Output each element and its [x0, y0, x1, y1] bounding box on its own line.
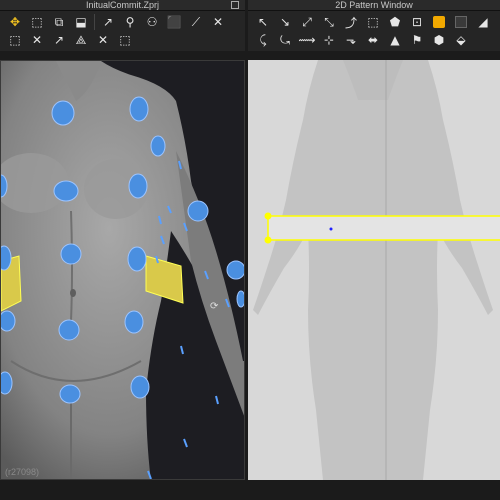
arrangement-point[interactable]	[129, 96, 149, 122]
fold-arrange-icon[interactable]: ⬓	[70, 13, 92, 31]
clo3d-app: InitualCommit.Zprj 2D Pattern Window ✥ ⬚…	[0, 0, 500, 500]
button-icon[interactable]: ⬢	[428, 31, 450, 49]
simulation-icon[interactable]: ⬛	[163, 13, 185, 31]
sew-icon[interactable]: ⟋	[185, 13, 207, 31]
iron-icon[interactable]: ↗	[48, 31, 70, 49]
trim-icon[interactable]: ⬚	[4, 31, 26, 49]
arrangement-point[interactable]	[58, 319, 80, 341]
select-pin-icon[interactable]: ↗	[97, 13, 119, 31]
arrangement-point[interactable]	[226, 260, 245, 280]
fold-icon[interactable]: ⤿	[274, 31, 296, 49]
arrangement-point[interactable]	[1, 371, 13, 395]
arrangement-point[interactable]	[236, 290, 245, 308]
avatar-scene: ⟳	[1, 61, 245, 479]
zipper-icon[interactable]: ⬙	[450, 31, 472, 49]
segment-sewing-icon[interactable]: ⬎	[340, 31, 362, 49]
viewport-2d[interactable]	[248, 60, 500, 480]
arrangement-point[interactable]	[1, 245, 12, 271]
edit-point-icon[interactable]: ↘	[274, 13, 296, 31]
viewport-3d[interactable]: ⟳ (r27098)	[0, 60, 245, 480]
avatar-silhouette	[253, 60, 493, 480]
pin-icon[interactable]: ✕	[207, 13, 229, 31]
version-label: (r27098)	[5, 467, 40, 477]
toolbar-2d: ↖ ↘ ⤢ ⤡ ⤴ ⬚ ⬟ ⊡ ◢ ⤹ ⤿ ⟿ ⊹ ⬎ ⬌ ▲ ⚑ ⬢ ⬙	[248, 11, 500, 51]
seam-icon[interactable]: ⤹	[252, 31, 274, 49]
pattern-point[interactable]	[264, 212, 272, 220]
arrangement-point[interactable]	[150, 135, 166, 157]
arrangement-point[interactable]	[53, 180, 79, 202]
create-rectangle-icon[interactable]: ⬚	[362, 13, 384, 31]
transform-pattern-icon[interactable]: ↖	[252, 13, 274, 31]
window-3d-titlebar: InitualCommit.Zprj	[0, 0, 245, 11]
arrangement-point[interactable]	[187, 200, 209, 222]
strap-icon[interactable]: ✕	[92, 31, 114, 49]
fit-icon[interactable]: ⟁	[70, 31, 92, 49]
sewing-icon[interactable]: ⟿	[296, 31, 318, 49]
arrangement-point[interactable]	[124, 310, 144, 334]
arrangement-point[interactable]	[51, 100, 75, 126]
graphic-icon[interactable]: ⬚	[114, 31, 136, 49]
internal-line-icon[interactable]: ⊡	[406, 13, 428, 31]
dart-icon[interactable]: ◢	[472, 13, 494, 31]
window-2d-title: 2D Pattern Window	[335, 0, 413, 10]
toolbar-3d: ✥ ⬚ ⧉ ⬓ ↗ ⚲ ⚇ ⬛ ⟋ ✕ ⬚ ✕ ↗ ⟁ ✕ ⬚	[0, 11, 245, 51]
rotate-gizmo-icon[interactable]: ⟳	[210, 301, 219, 312]
free-sewing-icon[interactable]: ⊹	[318, 31, 340, 49]
pattern-canvas	[253, 60, 500, 480]
window-3d-title: InitualCommit.Zprj	[85, 0, 159, 10]
arrangement-point[interactable]	[127, 246, 147, 272]
curve-point-icon[interactable]: ⤡	[318, 13, 340, 31]
toolbar-divider	[94, 14, 95, 30]
maximize-icon[interactable]	[231, 1, 239, 9]
arrangement-point[interactable]	[59, 384, 81, 404]
show-avatar-icon[interactable]: ⚇	[141, 13, 163, 31]
texture-icon[interactable]: ▲	[384, 31, 406, 49]
tack-2d-icon[interactable]: ⬌	[362, 31, 384, 49]
edit-curve-icon[interactable]: ⤢	[296, 13, 318, 31]
add-point-icon[interactable]: ⤴	[340, 13, 362, 31]
status-bar	[0, 480, 500, 500]
topstitch-icon[interactable]: ⚑	[406, 31, 428, 49]
select-mesh-icon[interactable]: ⧉	[48, 13, 70, 31]
tack-icon[interactable]: ⚲	[119, 13, 141, 31]
transform-icon[interactable]: ⬚	[26, 13, 48, 31]
window-2d-titlebar: 2D Pattern Window	[248, 0, 500, 11]
avatar-arm	[176, 151, 244, 416]
arrangement-point[interactable]	[130, 375, 150, 399]
selected-pattern-piece[interactable]	[267, 215, 500, 241]
polygon-icon[interactable]: ⬟	[384, 13, 406, 31]
measure-icon[interactable]: ✕	[26, 31, 48, 49]
arrangement-point[interactable]	[128, 173, 148, 199]
arrangement-point[interactable]	[60, 243, 82, 265]
fabric-icon[interactable]	[450, 13, 472, 31]
arrangement-point[interactable]	[1, 310, 16, 332]
fill-color-icon[interactable]	[428, 13, 450, 31]
select-move-icon[interactable]: ✥	[4, 13, 26, 31]
pattern-point[interactable]	[264, 236, 272, 244]
pattern-center-point	[329, 227, 333, 231]
